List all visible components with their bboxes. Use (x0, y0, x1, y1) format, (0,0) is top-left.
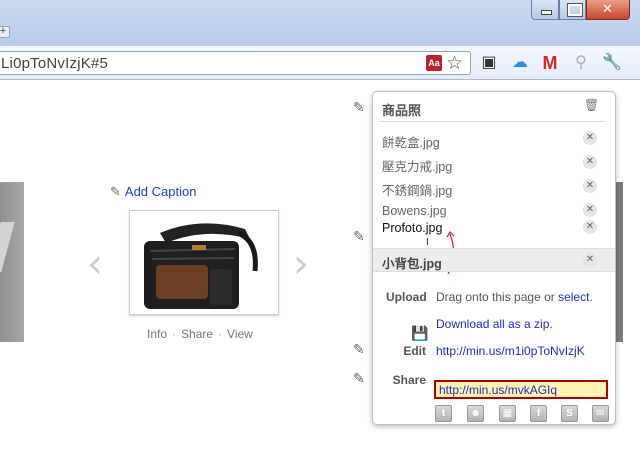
view-link[interactable]: View (227, 327, 253, 341)
panel-title: 商品照 (382, 103, 422, 118)
delicious-icon[interactable]: ▦ (499, 405, 516, 422)
previous-arrow-icon[interactable]: ‹ (87, 241, 103, 287)
browser-toolbar: Li0pToNvIzjK#5 Aa ☆ ▣ ☁ M ⚲ 🔧 (0, 46, 640, 80)
remove-icon[interactable]: ✕ (583, 131, 597, 145)
cloud-extension-icon[interactable]: ☁ (509, 52, 531, 74)
browser-titlebar: + (0, 0, 640, 46)
edit-url-link[interactable]: http://min.us/m1i0pToNvIzjK (436, 344, 585, 358)
pencil-icon: ✎ (110, 184, 121, 199)
twitter-icon[interactable]: t (435, 405, 452, 422)
text-cursor-icon: I (426, 237, 429, 248)
facebook-icon[interactable]: f (530, 405, 547, 422)
bookmark-star-icon[interactable]: ☆ (446, 52, 463, 75)
share-label: Share (392, 373, 426, 387)
pencil-icon[interactable]: ✎ (353, 341, 365, 358)
file-name: 餅乾盒.jpg (382, 136, 440, 150)
file-name: 壓克力戒.jpg (382, 160, 453, 174)
edit-label: Edit (403, 344, 426, 358)
file-row[interactable]: 不銹鋼鍋.jpg ✕ (373, 177, 615, 199)
file-row[interactable]: 壓克力戒.jpg ✕ (373, 153, 615, 175)
close-window-button[interactable] (586, 0, 630, 20)
pencil-icon[interactable]: ✎ (353, 228, 365, 245)
share-url-box[interactable] (434, 380, 608, 399)
add-caption-link[interactable]: ✎ Add Caption (110, 184, 196, 200)
stumbleupon-icon[interactable]: S (561, 405, 578, 422)
info-link[interactable]: Info (147, 327, 167, 341)
pencil-icon[interactable]: ✎ (353, 99, 365, 116)
remove-icon[interactable]: ✕ (583, 179, 597, 193)
address-bar[interactable]: Li0pToNvIzjK#5 Aa ☆ (0, 51, 471, 75)
file-row-dragging[interactable]: Profoto.jpg ✕ (373, 218, 615, 240)
email-icon[interactable]: ✉ (592, 405, 609, 422)
upload-instructions: Drag onto this page or select. (436, 290, 593, 304)
separator: · (218, 327, 223, 341)
myspace-icon[interactable]: ☻ (467, 405, 484, 422)
dictionary-extension-icon[interactable]: Aa (426, 55, 442, 71)
minimize-button[interactable] (531, 0, 559, 20)
file-name: Profoto.jpg (382, 221, 443, 235)
gallery-panel: 商品照 🗑 餅乾盒.jpg ✕ 壓克力戒.jpg ✕ 不銹鋼鍋.jpg ✕ Bo… (372, 91, 616, 425)
share-link[interactable]: Share (181, 327, 213, 341)
file-name: Bowens.jpg (382, 204, 447, 218)
previous-photo-edge[interactable] (0, 182, 24, 342)
page-content: ✎ Add Caption ‹ › Info · Share · View ✎ ✎ ✎ ✎… (0, 81, 640, 463)
trash-icon[interactable]: 🗑 (584, 98, 599, 112)
separator: · (172, 327, 177, 341)
file-row[interactable]: 餅乾盒.jpg ✕ (373, 129, 615, 151)
backpack-photo-thumbnail[interactable] (129, 210, 279, 315)
remove-icon[interactable]: ✕ (583, 203, 597, 217)
url-text[interactable]: Li0pToNvIzjK#5 (1, 55, 108, 72)
bag-image (144, 223, 258, 309)
share-url-input[interactable] (439, 383, 599, 397)
remove-icon[interactable]: ✕ (583, 155, 597, 169)
pencil-icon[interactable]: ✎ (353, 370, 365, 387)
upload-label: Upload (386, 290, 427, 304)
new-tab-button[interactable]: + (0, 26, 10, 38)
download-zip-link[interactable]: Download all as a zip. (436, 317, 553, 331)
file-row-selected[interactable]: 小背包.jpg ✕ (373, 248, 615, 272)
screen-capture-icon[interactable]: ▣ (478, 52, 500, 74)
gmail-icon[interactable]: M (539, 52, 561, 74)
remove-icon[interactable]: ✕ (583, 253, 597, 267)
upload-text: Drag onto this page or (436, 290, 555, 304)
photo-actions: Info · Share · View (147, 327, 253, 341)
upload-period: . (589, 290, 593, 304)
divider (379, 121, 605, 122)
floppy-disk-icon: 💾 (411, 325, 429, 341)
add-caption-label: Add Caption (124, 184, 197, 199)
maximize-button[interactable] (559, 0, 586, 20)
magnifier-icon[interactable]: ⚲ (570, 52, 592, 74)
select-link[interactable]: select (558, 290, 589, 304)
file-name: 不銹鋼鍋.jpg (382, 184, 453, 198)
wrench-menu-icon[interactable]: 🔧 (601, 52, 623, 74)
file-name: 小背包.jpg (382, 257, 442, 271)
remove-icon[interactable]: ✕ (583, 220, 597, 234)
background-photo-edge (615, 182, 623, 342)
next-arrow-icon[interactable]: › (293, 241, 309, 287)
